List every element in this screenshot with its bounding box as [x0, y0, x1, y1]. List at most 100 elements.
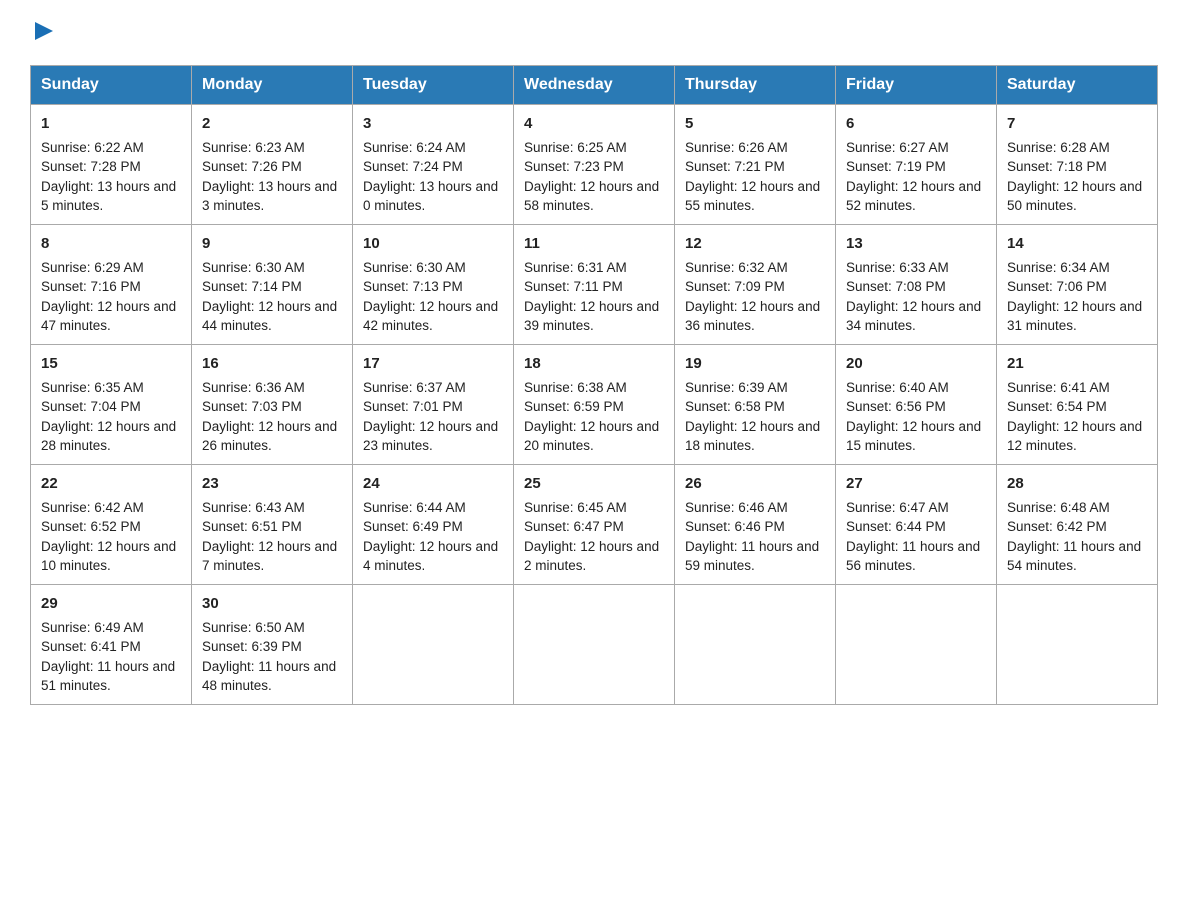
- day-number: 19: [685, 353, 825, 375]
- calendar-cell: 21Sunrise: 6:41 AMSunset: 6:54 PMDayligh…: [997, 345, 1158, 465]
- sunrise-label: Sunrise: 6:40 AM: [846, 380, 949, 395]
- daylight-label: Daylight: 12 hours and 31 minutes.: [1007, 299, 1142, 334]
- day-number: 2: [202, 113, 342, 135]
- day-number: 9: [202, 233, 342, 255]
- sunset-label: Sunset: 6:46 PM: [685, 519, 785, 534]
- calendar-cell: 16Sunrise: 6:36 AMSunset: 7:03 PMDayligh…: [192, 345, 353, 465]
- week-row-5: 29 Sunrise: 6:49 AM Sunset: 6:41 PM Dayligh…: [31, 585, 1158, 705]
- sunrise-label: Sunrise: 6:32 AM: [685, 260, 788, 275]
- week-row-4: 22 Sunrise: 6:42 AM Sunset: 6:52 PM Dayligh…: [31, 465, 1158, 585]
- day-number: 11: [524, 233, 664, 255]
- daylight-label: Daylight: 12 hours and 12 minutes.: [1007, 419, 1142, 454]
- sunset-label: Sunset: 7:14 PM: [202, 279, 302, 294]
- calendar-cell: 6Sunrise: 6:27 AMSunset: 7:19 PMDaylight…: [836, 105, 997, 225]
- calendar-cell: 1 Sunrise: 6:22 AM Sunset: 7:28 PM Daylight…: [31, 105, 192, 225]
- sunset-label: Sunset: 7:24 PM: [363, 159, 463, 174]
- page-header: [30, 20, 1158, 47]
- day-number: 1: [41, 113, 181, 135]
- daylight-label: Daylight: 12 hours and 23 minutes.: [363, 419, 498, 454]
- daylight-label: Daylight: 12 hours and 15 minutes.: [846, 419, 981, 454]
- sunrise-label: Sunrise: 6:29 AM: [41, 260, 144, 275]
- week-row-3: 15Sunrise: 6:35 AMSunset: 7:04 PMDayligh…: [31, 345, 1158, 465]
- week-row-1: 1 Sunrise: 6:22 AM Sunset: 7:28 PM Daylight…: [31, 105, 1158, 225]
- sunrise-label: Sunrise: 6:37 AM: [363, 380, 466, 395]
- day-header-sunday: Sunday: [31, 66, 192, 105]
- day-number: 8: [41, 233, 181, 255]
- day-number: 15: [41, 353, 181, 375]
- day-number: 5: [685, 113, 825, 135]
- sunset-label: Sunset: 6:44 PM: [846, 519, 946, 534]
- calendar-cell: 5Sunrise: 6:26 AMSunset: 7:21 PMDaylight…: [675, 105, 836, 225]
- sunset-label: Sunset: 6:47 PM: [524, 519, 624, 534]
- day-number: 13: [846, 233, 986, 255]
- calendar-cell: 7Sunrise: 6:28 AMSunset: 7:18 PMDaylight…: [997, 105, 1158, 225]
- calendar-cell: 8Sunrise: 6:29 AMSunset: 7:16 PMDaylight…: [31, 225, 192, 345]
- day-number: 14: [1007, 233, 1147, 255]
- calendar-cell: [836, 585, 997, 705]
- sunrise-label: Sunrise: 6:25 AM: [524, 140, 627, 155]
- sunrise-label: Sunrise: 6:22 AM: [41, 140, 144, 155]
- sunset-label: Sunset: 7:11 PM: [524, 279, 623, 294]
- calendar-cell: [675, 585, 836, 705]
- daylight-label: Daylight: 12 hours and 55 minutes.: [685, 179, 820, 214]
- sunset-label: Sunset: 7:06 PM: [1007, 279, 1107, 294]
- day-header-monday: Monday: [192, 66, 353, 105]
- sunset-label: Sunset: 7:23 PM: [524, 159, 624, 174]
- sunset-label: Sunset: 6:52 PM: [41, 519, 141, 534]
- calendar-cell: 13Sunrise: 6:33 AMSunset: 7:08 PMDayligh…: [836, 225, 997, 345]
- daylight-label: Daylight: 12 hours and 52 minutes.: [846, 179, 981, 214]
- daylight-label: Daylight: 11 hours and 48 minutes.: [202, 659, 336, 694]
- sunset-label: Sunset: 7:08 PM: [846, 279, 946, 294]
- day-number: 29: [41, 593, 181, 615]
- sunset-label: Sunset: 7:26 PM: [202, 159, 302, 174]
- sunset-label: Sunset: 6:58 PM: [685, 399, 785, 414]
- sunset-label: Sunset: 6:51 PM: [202, 519, 302, 534]
- calendar-cell: 15Sunrise: 6:35 AMSunset: 7:04 PMDayligh…: [31, 345, 192, 465]
- day-number: 4: [524, 113, 664, 135]
- calendar-cell: 17Sunrise: 6:37 AMSunset: 7:01 PMDayligh…: [353, 345, 514, 465]
- daylight-label: Daylight: 12 hours and 28 minutes.: [41, 419, 176, 454]
- sunrise-label: Sunrise: 6:49 AM: [41, 620, 144, 635]
- day-number: 18: [524, 353, 664, 375]
- week-row-2: 8Sunrise: 6:29 AMSunset: 7:16 PMDaylight…: [31, 225, 1158, 345]
- daylight-label: Daylight: 12 hours and 10 minutes.: [41, 539, 176, 574]
- sunset-label: Sunset: 7:28 PM: [41, 159, 141, 174]
- sunrise-label: Sunrise: 6:28 AM: [1007, 140, 1110, 155]
- daylight-label: Daylight: 12 hours and 34 minutes.: [846, 299, 981, 334]
- sunset-label: Sunset: 7:21 PM: [685, 159, 785, 174]
- day-number: 7: [1007, 113, 1147, 135]
- calendar-cell: 4Sunrise: 6:25 AMSunset: 7:23 PMDaylight…: [514, 105, 675, 225]
- daylight-label: Daylight: 13 hours and 5 minutes.: [41, 179, 176, 214]
- calendar-cell: 12Sunrise: 6:32 AMSunset: 7:09 PMDayligh…: [675, 225, 836, 345]
- day-header-thursday: Thursday: [675, 66, 836, 105]
- daylight-label: Daylight: 11 hours and 54 minutes.: [1007, 539, 1141, 574]
- sunset-label: Sunset: 7:01 PM: [363, 399, 463, 414]
- sunset-label: Sunset: 7:03 PM: [202, 399, 302, 414]
- daylight-label: Daylight: 11 hours and 51 minutes.: [41, 659, 175, 694]
- day-number: 25: [524, 473, 664, 495]
- sunset-label: Sunset: 7:13 PM: [363, 279, 463, 294]
- calendar-cell: 29 Sunrise: 6:49 AM Sunset: 6:41 PM Dayligh…: [31, 585, 192, 705]
- day-number: 10: [363, 233, 503, 255]
- sunrise-label: Sunrise: 6:50 AM: [202, 620, 305, 635]
- sunrise-label: Sunrise: 6:42 AM: [41, 500, 144, 515]
- sunset-label: Sunset: 6:39 PM: [202, 639, 302, 654]
- daylight-label: Daylight: 12 hours and 20 minutes.: [524, 419, 659, 454]
- daylight-label: Daylight: 12 hours and 18 minutes.: [685, 419, 820, 454]
- day-number: 21: [1007, 353, 1147, 375]
- day-number: 22: [41, 473, 181, 495]
- daylight-label: Daylight: 12 hours and 47 minutes.: [41, 299, 176, 334]
- logo-flag-icon: [33, 20, 55, 42]
- day-number: 20: [846, 353, 986, 375]
- sunset-label: Sunset: 6:41 PM: [41, 639, 141, 654]
- daylight-label: Daylight: 12 hours and 2 minutes.: [524, 539, 659, 574]
- day-header-saturday: Saturday: [997, 66, 1158, 105]
- calendar-header-row: SundayMondayTuesdayWednesdayThursdayFrid…: [31, 66, 1158, 105]
- calendar-cell: 22 Sunrise: 6:42 AM Sunset: 6:52 PM Dayligh…: [31, 465, 192, 585]
- daylight-label: Daylight: 12 hours and 7 minutes.: [202, 539, 337, 574]
- sunrise-label: Sunrise: 6:31 AM: [524, 260, 627, 275]
- daylight-label: Daylight: 12 hours and 4 minutes.: [363, 539, 498, 574]
- sunrise-label: Sunrise: 6:34 AM: [1007, 260, 1110, 275]
- calendar-cell: 11Sunrise: 6:31 AMSunset: 7:11 PMDayligh…: [514, 225, 675, 345]
- daylight-label: Daylight: 12 hours and 26 minutes.: [202, 419, 337, 454]
